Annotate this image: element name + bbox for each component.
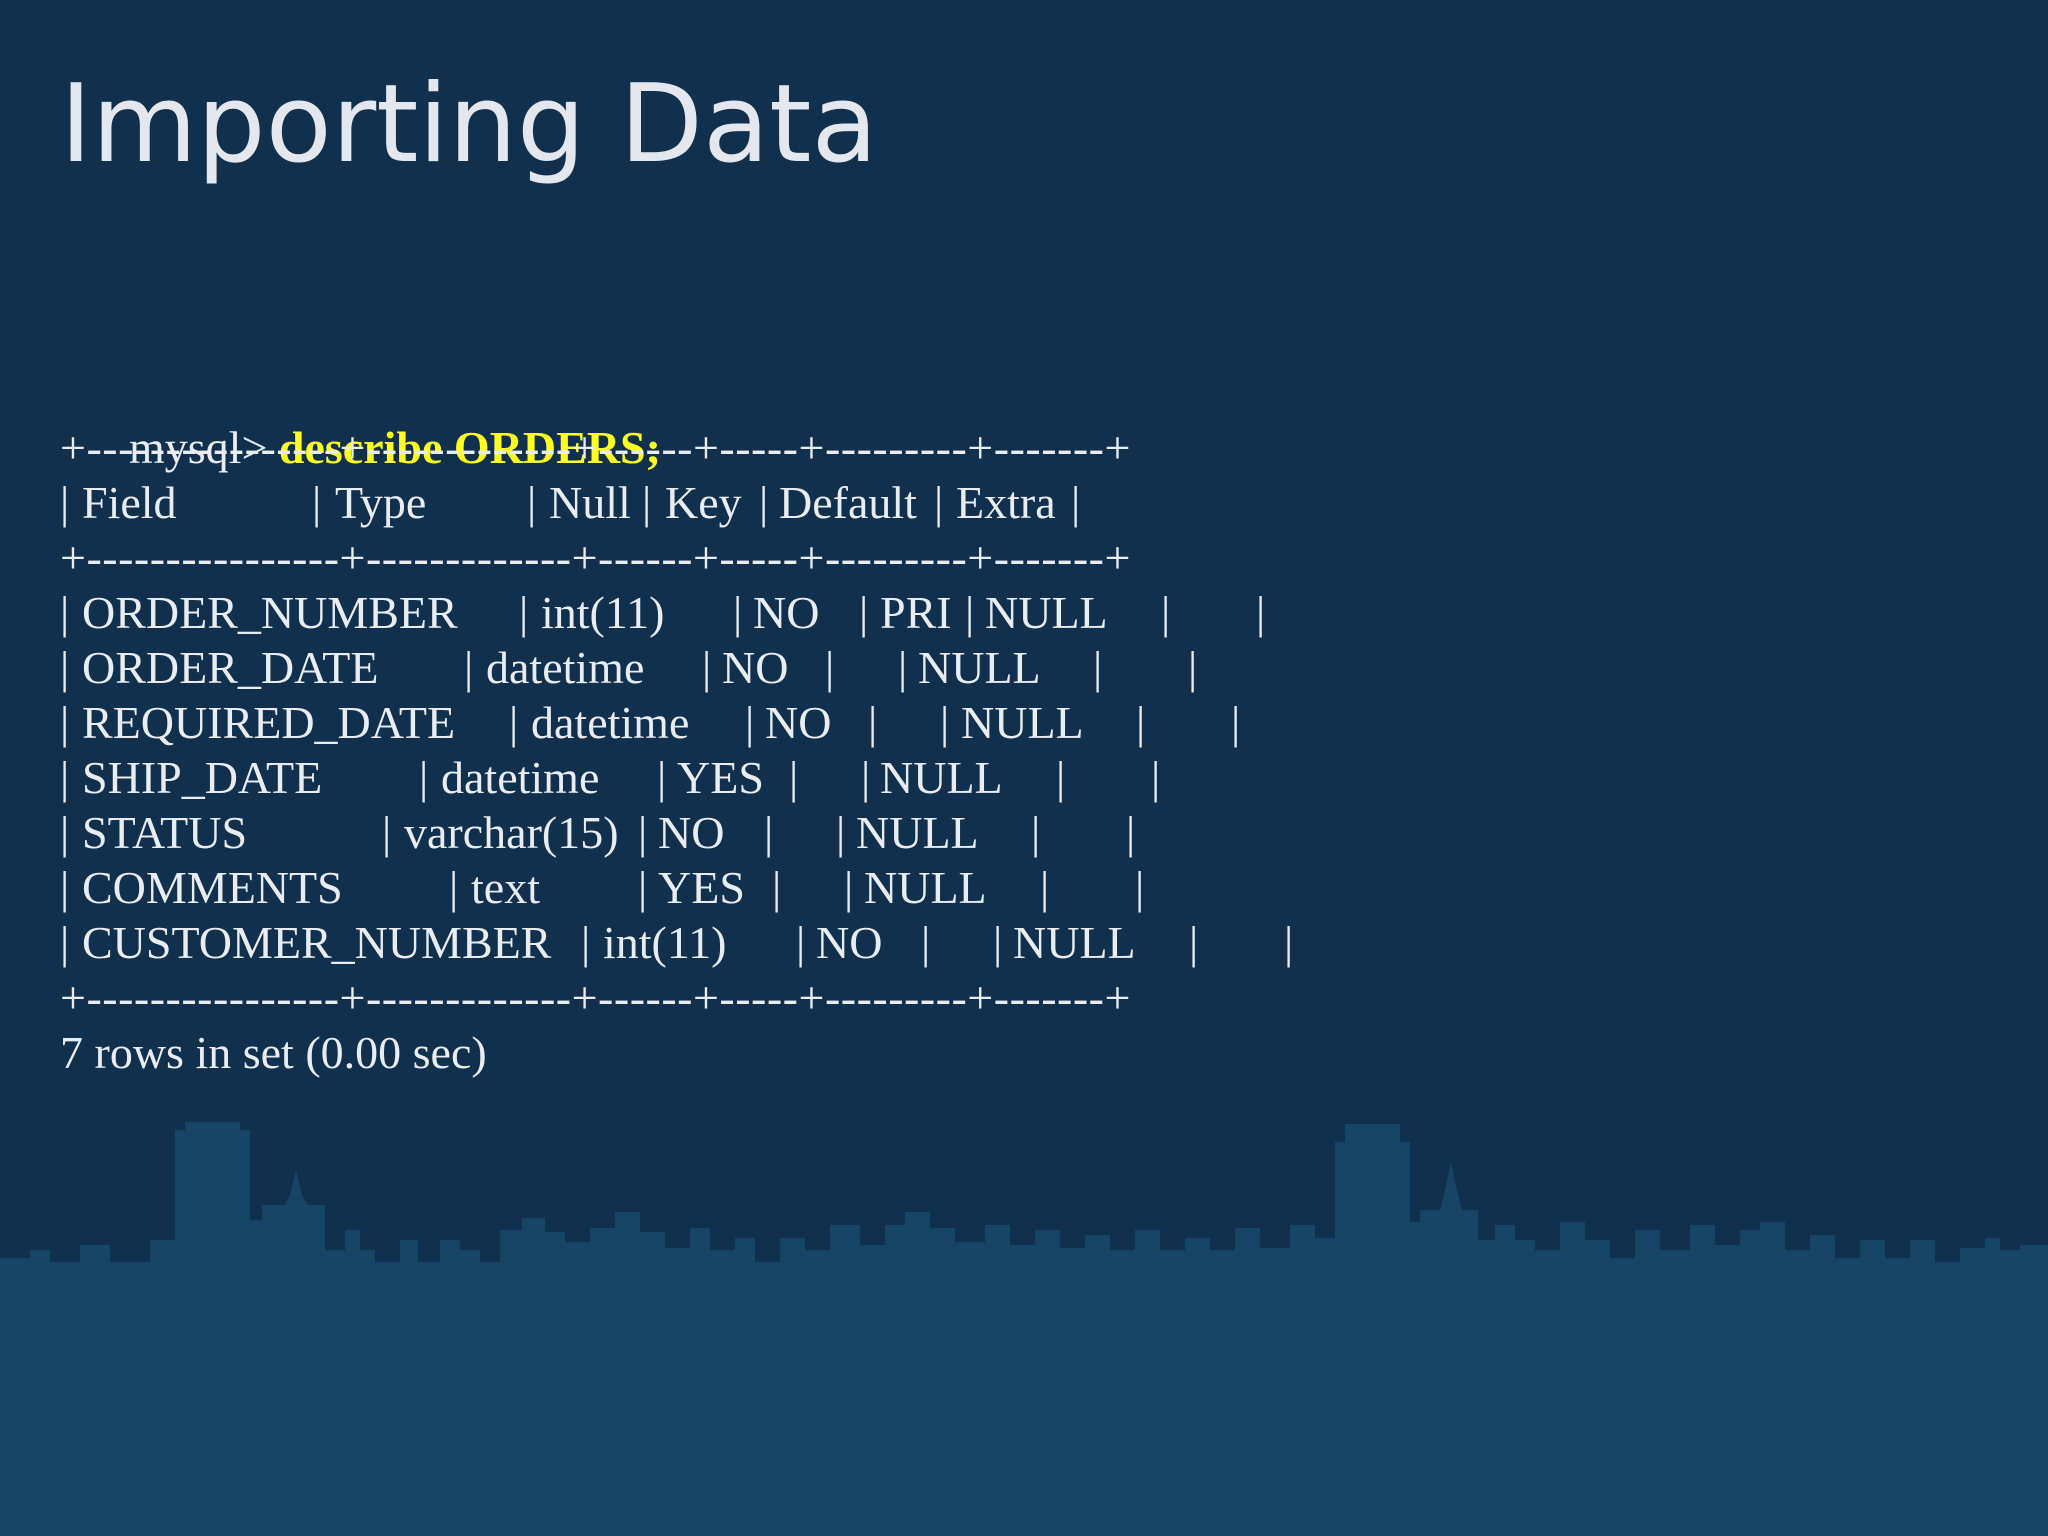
cell-default: NULL xyxy=(961,697,1084,748)
command-line: mysql> describe ORDERS; xyxy=(60,365,1131,473)
cell-field: STATUS xyxy=(82,807,248,858)
cell-field: COMMENTS xyxy=(82,862,343,913)
table-row: | SHIP_DATE | datetime | YES | | NULL | … xyxy=(60,752,1161,803)
column-separator: | xyxy=(60,477,70,528)
header-key: Key xyxy=(665,477,742,528)
cell-null: NO xyxy=(658,807,725,858)
cell-type: int(11) xyxy=(541,587,665,638)
table-header-row: | Field | Type | Null | Key | Default | … xyxy=(60,475,1131,530)
column-separator: | xyxy=(759,477,769,528)
mysql-console-output: mysql> describe ORDERS; +---------------… xyxy=(60,365,1294,1080)
slide: Importing Data mysql> describe ORDERS; +… xyxy=(0,0,2048,1536)
cell-null: YES xyxy=(658,862,745,913)
cell-default: NULL xyxy=(1013,917,1136,968)
cell-type: datetime xyxy=(486,642,645,693)
cell-field: REQUIRED_DATE xyxy=(82,697,456,748)
header-extra: Extra xyxy=(956,477,1056,528)
table-row: | STATUS | varchar(15) | NO | | NULL | | xyxy=(60,807,1136,858)
cell-type: datetime xyxy=(441,752,600,803)
cell-type: text xyxy=(471,862,540,913)
slide-title: Importing Data xyxy=(60,62,878,187)
cell-type: int(11) xyxy=(603,917,727,968)
cell-field: CUSTOMER_NUMBER xyxy=(82,917,552,968)
table-border-top: +----------------+-------------+------+-… xyxy=(60,422,1131,473)
column-separator: | xyxy=(934,477,944,528)
cell-key: PRI xyxy=(880,587,952,638)
table-border-bottom: +----------------+-------------+------+-… xyxy=(60,972,1131,1023)
table-row: | REQUIRED_DATE | datetime | NO | | NULL… xyxy=(60,697,1241,748)
table-row: | COMMENTS | text | YES | | NULL | | xyxy=(60,862,1145,913)
result-summary: 7 rows in set (0.00 sec) xyxy=(60,1027,487,1078)
cell-type: datetime xyxy=(531,697,690,748)
cell-field: SHIP_DATE xyxy=(82,752,323,803)
cell-default: NULL xyxy=(880,752,1003,803)
cell-null: NO xyxy=(753,587,820,638)
cell-default: NULL xyxy=(856,807,979,858)
table-row: | ORDER_NUMBER | int(11) | NO | PRI | NU… xyxy=(60,587,1266,638)
cell-null: YES xyxy=(677,752,764,803)
header-field: Field xyxy=(82,477,177,528)
header-type: Type xyxy=(335,477,427,528)
column-separator: | xyxy=(312,477,322,528)
header-default: Default xyxy=(779,477,917,528)
table-border-middle: +----------------+-------------+------+-… xyxy=(60,532,1131,583)
table-row: | CUSTOMER_NUMBER | int(11) | NO | | NUL… xyxy=(60,917,1294,968)
cell-default: NULL xyxy=(985,587,1108,638)
cell-null: NO xyxy=(816,917,883,968)
column-separator: | xyxy=(1071,477,1081,528)
cell-field: ORDER_NUMBER xyxy=(82,587,458,638)
cell-type: varchar(15) xyxy=(404,807,619,858)
column-separator: | xyxy=(642,477,652,528)
cell-field: ORDER_DATE xyxy=(82,642,379,693)
cell-default: NULL xyxy=(918,642,1041,693)
column-separator: | xyxy=(527,477,537,528)
cell-default: NULL xyxy=(864,862,987,913)
cell-null: NO xyxy=(765,697,832,748)
table-row: | ORDER_DATE | datetime | NO | | NULL | … xyxy=(60,642,1198,693)
cell-null: NO xyxy=(722,642,789,693)
header-null: Null xyxy=(549,477,631,528)
